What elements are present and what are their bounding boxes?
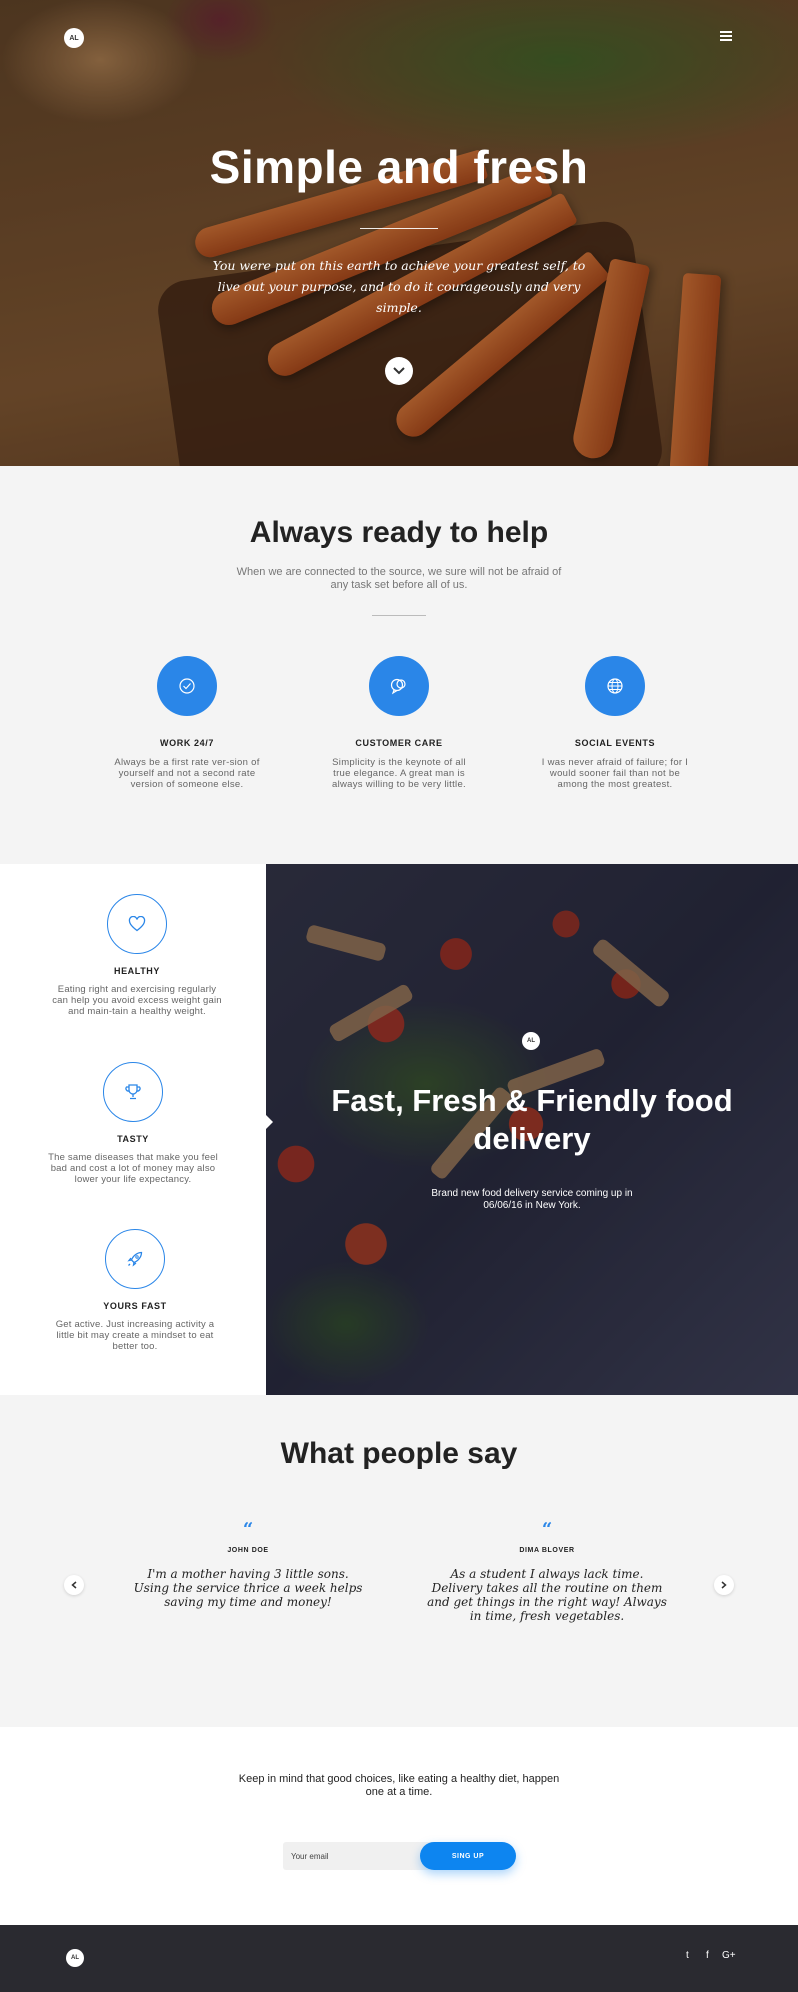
next-button[interactable]: [714, 1575, 734, 1595]
logo-text: AL: [71, 1955, 79, 1961]
testimonial-card: “ JOHN DOE I'm a mother having 3 little …: [128, 1519, 368, 1610]
testimonial-card: “ DIMA BLOVER As a student I always lack…: [427, 1519, 667, 1624]
panel-pointer: [266, 1115, 273, 1129]
benefit-icon-circle: [103, 1062, 163, 1122]
chevron-right-icon: [721, 1581, 727, 1589]
help-section: Always ready to help When we are connect…: [0, 466, 798, 864]
delivery-subtitle: Brand new food delivery service coming u…: [431, 1188, 633, 1211]
benefit-healthy: HEALTHY Eating right and exercising regu…: [52, 894, 222, 1017]
delivery-banner: AL Fast, Fresh & Friendly food delivery …: [266, 864, 798, 1395]
feature-title: WORK 24/7: [160, 738, 214, 748]
section-subtitle: When we are connected to the source, we …: [236, 566, 562, 591]
benefit-tasty: TASTY The same diseases that make you fe…: [48, 1062, 218, 1185]
testimonials-section: What people say “ JOHN DOE I'm a mother …: [0, 1395, 798, 1727]
chat-bubbles-icon: [390, 678, 406, 695]
benefit-text: Get active. Just increasing activity a l…: [55, 1319, 215, 1352]
feature-icon-circle: [157, 656, 217, 716]
benefit-yours-fast: YOURS FAST Get active. Just increasing a…: [50, 1229, 220, 1352]
feature-work: WORK 24/7 Always be a first rate ver-sio…: [112, 656, 262, 790]
google-plus-icon[interactable]: G+: [722, 1950, 736, 1961]
feature-text: I was never afraid of failure; for I wou…: [541, 757, 689, 790]
benefit-icon-circle: [107, 894, 167, 954]
testimonial-text: As a student I always lack time. Deliver…: [427, 1567, 667, 1623]
benefit-title: TASTY: [117, 1134, 149, 1144]
newsletter-section: Keep in mind that good choices, like eat…: [0, 1727, 798, 1925]
twitter-icon[interactable]: t: [686, 1950, 689, 1961]
benefit-icon-circle: [105, 1229, 165, 1289]
newsletter-text: Keep in mind that good choices, like eat…: [238, 1773, 560, 1798]
benefit-title: YOURS FAST: [103, 1301, 167, 1311]
logo[interactable]: AL: [66, 1949, 84, 1967]
logo[interactable]: AL: [64, 28, 84, 48]
globe-icon: [607, 678, 623, 694]
check-circle-icon: [179, 678, 195, 694]
logo: AL: [522, 1032, 540, 1050]
benefit-text: The same diseases that make you feel bad…: [48, 1152, 218, 1185]
chevron-left-icon: [71, 1581, 77, 1589]
feature-title: CUSTOMER CARE: [355, 738, 443, 748]
signup-button[interactable]: SING UP: [420, 1842, 516, 1870]
email-field[interactable]: [283, 1842, 433, 1870]
benefit-text: Eating right and exercising regularly ca…: [52, 984, 222, 1017]
testimonial-author: JOHN DOE: [227, 1547, 269, 1554]
trophy-icon: [125, 1084, 141, 1100]
prev-button[interactable]: [64, 1575, 84, 1595]
benefits-panel: HEALTHY Eating right and exercising regu…: [0, 864, 266, 1395]
feature-icon-circle: [585, 656, 645, 716]
feature-social-events: SOCIAL EVENTS I was never afraid of fail…: [540, 656, 690, 790]
feature-customer-care: CUSTOMER CARE Simplicity is the keynote …: [324, 656, 474, 790]
feature-title: SOCIAL EVENTS: [574, 738, 656, 748]
logo-text: AL: [69, 34, 79, 42]
hero-section: AL Simple and fresh You were put on this…: [0, 0, 798, 466]
heart-icon: [128, 916, 146, 932]
section-divider: [372, 615, 426, 616]
delivery-title: Fast, Fresh & Friendly food delivery: [331, 1083, 733, 1156]
hamburger-icon[interactable]: [718, 29, 734, 43]
testimonial-author: DIMA BLOVER: [519, 1547, 575, 1554]
section-title: What people say: [280, 1437, 518, 1470]
logo-text: AL: [527, 1038, 535, 1044]
quote-icon: “: [242, 1519, 254, 1540]
facebook-icon[interactable]: f: [706, 1950, 709, 1961]
hero-overlay: [0, 0, 798, 466]
scroll-down-button[interactable]: [385, 357, 413, 385]
footer: AL t f G+: [0, 1925, 798, 1992]
hero-divider: [360, 228, 438, 229]
quote-icon: “: [541, 1519, 553, 1540]
benefit-title: HEALTHY: [113, 966, 161, 976]
testimonial-text: I'm a mother having 3 little sons. Using…: [133, 1567, 363, 1609]
hero-title: Simple and fresh: [209, 141, 589, 193]
feature-text: Always be a first rate ver-sion of yours…: [114, 757, 260, 790]
feature-text: Simplicity is the keynote of all true el…: [332, 757, 466, 790]
feature-icon-circle: [369, 656, 429, 716]
section-title: Always ready to help: [249, 516, 549, 549]
rocket-icon: [127, 1251, 143, 1267]
chevron-down-icon: [393, 367, 405, 375]
hero-subtitle: You were put on this earth to achieve yo…: [212, 258, 586, 315]
